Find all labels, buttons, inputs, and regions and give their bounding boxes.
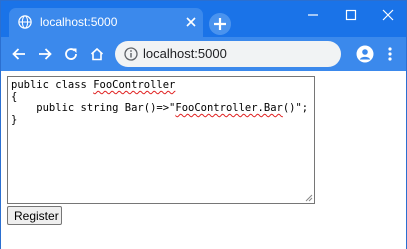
tab-strip: localhost:5000	[1, 1, 406, 37]
more-vert-icon[interactable]	[385, 45, 395, 63]
arrow-right-icon[interactable]	[37, 46, 53, 62]
code-text: FooController.Bar	[175, 102, 283, 114]
code-text: ()";	[282, 102, 309, 114]
arrow-left-icon[interactable]	[11, 46, 27, 62]
globe-icon	[18, 15, 32, 29]
plus-icon[interactable]	[209, 13, 231, 35]
register-button[interactable]: Register	[7, 206, 62, 225]
minimize-icon[interactable]	[304, 7, 322, 23]
browser-tab[interactable]: localhost:5000	[9, 8, 203, 37]
browser-toolbar: localhost:5000	[1, 37, 406, 71]
home-icon[interactable]	[89, 46, 105, 62]
tab-title: localhost:5000	[40, 15, 118, 29]
address-bar[interactable]: localhost:5000	[115, 41, 341, 67]
close-icon[interactable]	[185, 16, 197, 28]
maximize-icon[interactable]	[342, 7, 360, 23]
code-textarea[interactable]: public class FooController { public stri…	[7, 76, 315, 204]
code-text: public class	[11, 79, 94, 91]
code-text: FooController	[93, 79, 176, 91]
code-text: public string Bar()=>"	[11, 102, 176, 114]
window-close-icon[interactable]	[379, 7, 397, 23]
info-icon[interactable]	[124, 47, 138, 61]
address-text: localhost:5000	[143, 46, 227, 61]
reload-icon[interactable]	[63, 46, 79, 62]
code-text: }	[11, 113, 18, 126]
page-content: public class FooController { public stri…	[1, 71, 406, 249]
browser-window: localhost:5000 localhost:5000 public cla…	[0, 0, 407, 249]
resize-grip-icon[interactable]	[305, 194, 313, 202]
code-text: {	[11, 90, 18, 103]
account-icon[interactable]	[356, 45, 374, 63]
